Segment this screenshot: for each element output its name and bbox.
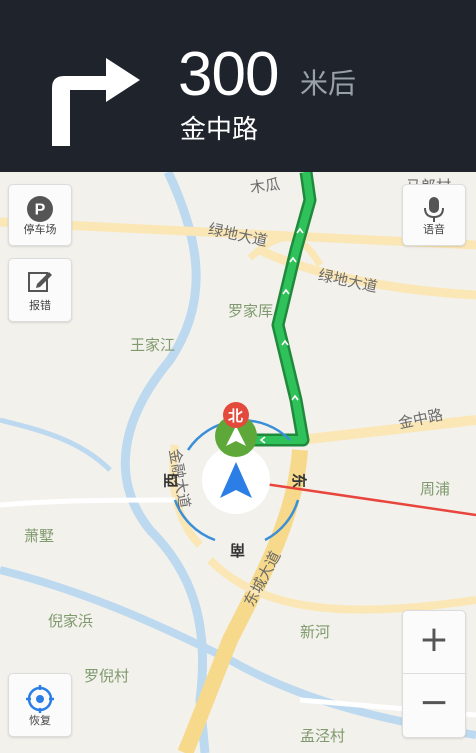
zoom-in-button[interactable]: + bbox=[403, 611, 465, 674]
road-label: 木瓜 bbox=[248, 174, 282, 197]
area-label: 萧墅 bbox=[24, 527, 55, 545]
area-label: 孟泾村 bbox=[300, 727, 346, 745]
report-label: 报错 bbox=[29, 299, 51, 312]
zoom-out-button[interactable]: − bbox=[403, 674, 465, 736]
area-label: 倪家浜 bbox=[48, 612, 94, 630]
area-label: 新河 bbox=[300, 623, 331, 641]
restore-label: 恢复 bbox=[29, 714, 51, 727]
parking-button[interactable]: P 停车场 bbox=[8, 184, 72, 246]
report-button[interactable]: 报错 bbox=[8, 258, 72, 322]
distance-value: 300 bbox=[178, 40, 279, 109]
microphone-icon bbox=[424, 197, 444, 222]
area-label: 周浦 bbox=[420, 480, 451, 498]
minus-icon: − bbox=[418, 682, 450, 723]
next-road-name: 金中路 bbox=[180, 115, 259, 145]
parking-icon: P bbox=[27, 196, 53, 222]
guidance-banner: 300 米后 金中路 bbox=[0, 0, 476, 172]
compass-east-label: 东 bbox=[290, 472, 309, 489]
distance-unit: 米后 bbox=[300, 67, 357, 100]
compass-south-label: 南 bbox=[230, 541, 246, 559]
restore-button[interactable]: 恢复 bbox=[8, 673, 72, 737]
compass-west-label: 西 bbox=[162, 472, 181, 489]
compass-north-label: 北 bbox=[228, 407, 244, 425]
voice-label: 语音 bbox=[423, 223, 445, 236]
voice-button[interactable]: 语音 bbox=[402, 184, 466, 246]
parking-label: 停车场 bbox=[23, 223, 57, 236]
turn-right-icon bbox=[52, 58, 140, 146]
locate-icon bbox=[26, 685, 54, 713]
plus-icon: + bbox=[418, 619, 450, 660]
zoom-control: + − bbox=[402, 610, 466, 738]
svg-text:P: P bbox=[35, 202, 46, 219]
area-label: 罗倪村 bbox=[84, 667, 130, 685]
edit-icon bbox=[28, 272, 52, 292]
area-label: 王家江 bbox=[130, 336, 176, 354]
area-label: 罗家厍 bbox=[228, 302, 274, 320]
